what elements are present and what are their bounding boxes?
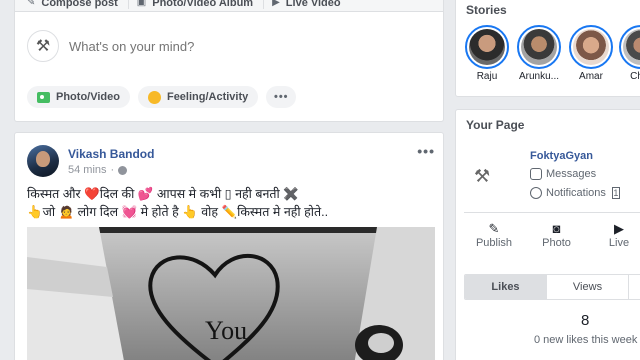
chat-icon	[530, 168, 542, 180]
your-page-card: Your Page ⚒ FoktyaGyan Messages Notifica…	[455, 109, 640, 360]
tab-photo-video-album[interactable]: ▣ Photo/Video Album	[136, 0, 265, 9]
photo-button[interactable]: ◙ Photo	[527, 221, 587, 260]
tab-views[interactable]: Views	[547, 275, 629, 299]
globe-icon	[530, 187, 542, 199]
post-time[interactable]: 54 mins	[68, 164, 107, 176]
author-name[interactable]: Vikash Bandod	[68, 147, 154, 161]
composer-actions: Photo/Video Feeling/Activity •••	[27, 86, 297, 108]
tab-label: Compose post	[41, 0, 118, 9]
page-name[interactable]: FoktyaGyan	[530, 150, 593, 162]
camera-icon: ◙	[552, 221, 561, 236]
status-input[interactable]	[69, 38, 369, 54]
post-meta: 54 mins ·	[68, 164, 128, 176]
story-avatar	[623, 29, 640, 65]
notifications-link[interactable]: Notifications 1	[530, 187, 620, 199]
separator: ·	[110, 164, 115, 176]
story-ring	[465, 25, 509, 69]
post-options-button[interactable]: •••	[417, 143, 435, 159]
stories-title: Stories	[466, 3, 507, 17]
messages-link[interactable]: Messages	[530, 168, 596, 180]
tab-label: Photo/Video Album	[152, 0, 254, 9]
action-label: Publish	[475, 237, 513, 249]
notifications-label: Notifications	[546, 187, 606, 199]
story-item[interactable]: Arunku...	[516, 25, 562, 82]
button-label: Photo/Video	[56, 91, 120, 103]
story-ring	[619, 25, 640, 69]
likes-description: 0 new likes this week	[534, 334, 638, 346]
heart-drawing-photo: You	[27, 227, 435, 360]
avatar[interactable]: ⚒	[27, 30, 59, 62]
publish-button[interactable]: ✎ Publish	[464, 221, 524, 260]
story-avatar	[521, 29, 557, 65]
post-text-line-2: 👆जो 🙍 लोग दिल 💓 मे होते है 👆 वोह ✏️किस्म…	[27, 205, 329, 219]
story-avatar	[469, 29, 505, 65]
action-label: Photo	[542, 237, 571, 249]
photo-icon	[37, 91, 50, 103]
smiley-icon	[147, 90, 161, 104]
likes-count: 8	[581, 312, 590, 329]
tab-compose-post[interactable]: ✎ Compose post	[27, 0, 129, 9]
globe-icon[interactable]	[118, 165, 128, 175]
album-icon: ▣	[136, 0, 147, 8]
story-name: Raju	[476, 71, 498, 82]
story-avatar	[573, 29, 609, 65]
video-icon: ▶	[614, 221, 624, 236]
photo-video-button[interactable]: Photo/Video	[27, 86, 130, 108]
stories-card: Stories Raju Arunku... Amar Char	[455, 0, 640, 97]
tools-logo-icon: ⚒	[35, 38, 51, 55]
tab-live-video[interactable]: ▶ Live Video	[272, 0, 351, 9]
post-text: किस्मत और ❤️दिल की 💕 आपस मे कभी ▯ नही बन…	[27, 185, 437, 221]
story-item[interactable]: Raju	[464, 25, 510, 82]
page-actions: ✎ Publish ◙ Photo ▶ Live	[464, 212, 640, 260]
story-name: Arunku...	[518, 71, 560, 82]
post-image[interactable]: You	[27, 227, 435, 360]
more-dots-icon: •••	[273, 91, 289, 103]
button-label: Feeling/Activity	[166, 91, 249, 103]
story-item[interactable]: Amar	[568, 25, 614, 82]
image-text: You	[205, 316, 247, 345]
notifications-count: 1	[611, 187, 620, 199]
video-camera-icon: ▶	[272, 0, 280, 8]
stat-tabs: Likes Views	[464, 274, 640, 300]
messages-label: Messages	[546, 168, 597, 180]
composer-body: ⚒	[27, 26, 432, 66]
page-logo-icon[interactable]: ⚒	[474, 166, 490, 187]
live-button[interactable]: ▶ Live	[589, 221, 640, 260]
story-ring	[569, 25, 613, 69]
post-text-line-1: किस्मत और ❤️दिल की 💕 आपस मे कभी ▯ नही बन…	[27, 187, 299, 201]
story-name: Amar	[579, 71, 603, 82]
composer-tabs: ✎ Compose post ▣ Photo/Video Album ▶ Liv…	[15, 0, 443, 12]
action-label: Live	[608, 237, 630, 249]
your-page-title: Your Page	[466, 118, 525, 132]
story-name: Char	[630, 71, 640, 82]
composer-card: ✎ Compose post ▣ Photo/Video Album ▶ Liv…	[14, 0, 444, 122]
more-options-button[interactable]: •••	[266, 86, 297, 108]
story-item[interactable]: Char	[618, 25, 640, 82]
tab-label: Live Video	[285, 0, 341, 9]
feed-post: Vikash Bandod 54 mins · ••• किस्मत और ❤️…	[14, 132, 444, 360]
story-ring	[517, 25, 561, 69]
author-avatar[interactable]	[27, 145, 59, 177]
tab-likes[interactable]: Likes	[465, 275, 547, 299]
feeling-activity-button[interactable]: Feeling/Activity	[137, 86, 259, 108]
pencil-icon: ✎	[27, 0, 36, 8]
pencil-square-icon: ✎	[488, 221, 500, 236]
